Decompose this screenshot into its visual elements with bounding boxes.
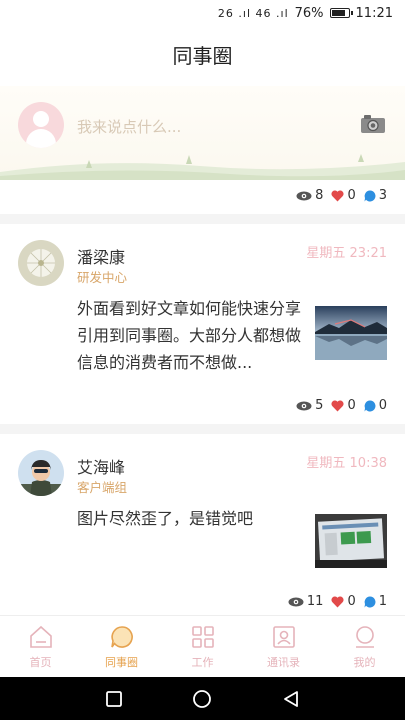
- user-icon: [355, 626, 374, 648]
- battery-percent: 76%: [294, 5, 324, 21]
- section-divider: [0, 424, 405, 434]
- nav-me-label: 我的: [353, 656, 376, 669]
- avatar[interactable]: [18, 240, 64, 286]
- contacts-icon: [272, 626, 295, 648]
- author-name[interactable]: 艾海峰: [77, 454, 125, 478]
- bottom-nav: 首页 同事圈 工作 通讯录 我的: [0, 615, 405, 677]
- likes-stat[interactable]: 0: [331, 594, 356, 609]
- nav-contacts[interactable]: 通讯录: [243, 616, 324, 677]
- avatar-placeholder-icon: [18, 102, 64, 148]
- battery-icon: [329, 8, 353, 18]
- nav-work-label: 工作: [191, 656, 214, 669]
- heart-icon: [331, 596, 344, 607]
- comments-stat[interactable]: 0: [364, 398, 387, 413]
- home-button-icon[interactable]: [192, 689, 212, 709]
- comments-stat[interactable]: 3: [364, 188, 387, 203]
- system-nav-bar: [0, 677, 405, 720]
- post-text[interactable]: 图片尽然歪了，是错觉吧: [77, 505, 302, 532]
- nav-home[interactable]: 首页: [0, 616, 81, 677]
- comment-bubble-icon: [364, 596, 376, 607]
- nav-moments-label: 同事圈: [105, 656, 138, 669]
- eye-icon: [296, 401, 312, 410]
- comment-bubble-icon: [364, 400, 376, 411]
- post-item[interactable]: 潘梁康 研发中心 星期五 23:21 外面看到好文章如何能快速分享引用到同事圈。…: [0, 224, 405, 424]
- post-item[interactable]: 艾海峰 客户端组 星期五 10:38 图片尽然歪了，是错觉吧 11 0 1: [0, 434, 405, 614]
- nav-me[interactable]: 我的: [324, 616, 405, 677]
- chat-bubble-icon: [110, 626, 133, 648]
- camera-icon[interactable]: [360, 114, 386, 134]
- views-stat: 5: [296, 398, 323, 413]
- eye-icon: [296, 191, 312, 200]
- nav-contacts-label: 通讯录: [267, 656, 300, 669]
- post-image[interactable]: [315, 514, 387, 568]
- author-name[interactable]: 潘梁康: [77, 244, 125, 268]
- section-divider: [0, 214, 405, 224]
- post-time: 星期五 23:21: [306, 246, 387, 261]
- heart-icon: [331, 400, 344, 411]
- views-stat: 11: [288, 594, 323, 609]
- author-dept: 研发中心: [77, 270, 128, 285]
- eye-icon: [288, 597, 304, 606]
- nav-home-label: 首页: [29, 656, 52, 669]
- avatar[interactable]: [18, 450, 64, 496]
- status-bar: 26 .ıl 46 .ıl 76% 11:21: [0, 0, 405, 26]
- signal-indicator: 26 .ıl 46 .ıl: [217, 6, 289, 20]
- composer-input[interactable]: 我来说点什么...: [77, 116, 181, 137]
- author-dept: 客户端组: [77, 480, 128, 495]
- back-icon[interactable]: [282, 690, 300, 708]
- nav-work[interactable]: 工作: [162, 616, 243, 677]
- post-image[interactable]: [315, 306, 387, 360]
- comments-stat[interactable]: 1: [364, 594, 387, 609]
- recents-icon[interactable]: [105, 690, 123, 708]
- heart-icon: [331, 190, 344, 201]
- post-time: 星期五 10:38: [306, 456, 387, 471]
- post-stats: 5 0 0: [296, 398, 387, 413]
- post-text[interactable]: 外面看到好文章如何能快速分享引用到同事圈。大部分人都想做信息的消费者而不想做..…: [77, 295, 302, 376]
- page-title: 同事圈: [172, 44, 233, 68]
- comment-bubble-icon: [364, 190, 376, 201]
- post-composer[interactable]: 我来说点什么...: [0, 86, 405, 180]
- likes-stat[interactable]: 0: [331, 398, 356, 413]
- nav-moments[interactable]: 同事圈: [81, 616, 162, 677]
- post-stats: 11 0 1: [288, 594, 387, 609]
- views-stat: 8: [296, 188, 323, 203]
- landscape-decoration: [0, 154, 405, 180]
- grid-icon: [191, 626, 214, 648]
- likes-stat[interactable]: 0: [331, 188, 356, 203]
- composer-stats: 8 0 3: [296, 188, 387, 203]
- clock: 11:21: [355, 5, 393, 21]
- home-icon: [29, 625, 52, 648]
